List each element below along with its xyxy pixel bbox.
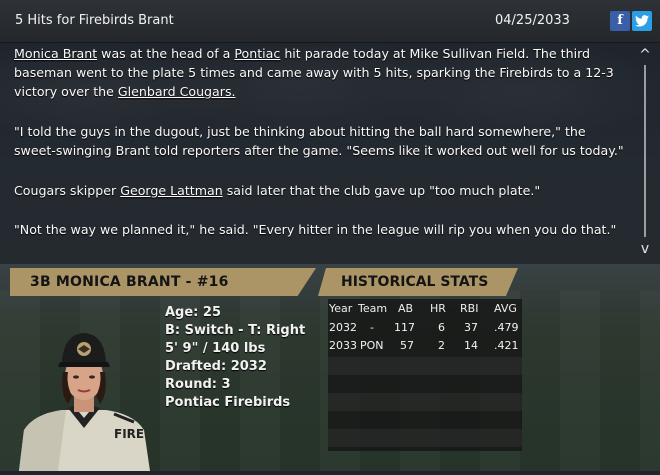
cell-hr: 2	[438, 339, 445, 352]
article-paragraph-4: "Not the way we planned it," he said. "E…	[14, 222, 617, 237]
article-text: was at the head of a	[97, 46, 235, 61]
player-info: Age: 25 B: Switch - T: Right 5' 9" / 140…	[165, 304, 305, 412]
empty-row	[328, 393, 522, 411]
cell-ab: 57	[400, 339, 414, 352]
col-avg[interactable]: AVG	[494, 302, 517, 315]
col-hr[interactable]: HR	[430, 302, 446, 315]
article-paragraph-2: "I told the guys in the dugout, just be …	[14, 124, 624, 158]
twitter-share-button[interactable]	[632, 11, 652, 31]
scroll-up-button[interactable]: ^	[638, 47, 652, 63]
article-paragraph-3: Cougars skipper George Lattman said late…	[14, 181, 624, 200]
cell-rbi: 37	[464, 321, 478, 334]
player-bats-throws: B: Switch - T: Right	[165, 323, 306, 338]
cell-avg: .421	[494, 339, 519, 352]
cell-year: 2033	[329, 339, 357, 352]
table-row: 2032 - 117 6 37 .479	[328, 318, 522, 336]
cell-hr: 6	[438, 321, 445, 334]
cell-team: -	[370, 321, 374, 334]
article-text: Cougars skipper	[14, 183, 121, 198]
empty-row	[328, 411, 522, 429]
col-year[interactable]: Year	[329, 302, 352, 315]
empty-row	[328, 375, 522, 393]
historical-stats-title: HISTORICAL STATS	[341, 274, 489, 290]
team-link[interactable]: Pontiac	[234, 46, 280, 61]
historical-stats-table: Year Team AB HR RBI AVG 2032 - 117 6 37 …	[328, 299, 522, 451]
table-header-row: Year Team AB HR RBI AVG	[328, 299, 522, 317]
col-ab[interactable]: AB	[398, 302, 413, 315]
facebook-share-button[interactable]: f	[610, 11, 630, 31]
article-date: 04/25/2033	[495, 13, 570, 28]
player-team: Pontiac Firebirds	[165, 395, 291, 410]
col-team[interactable]: Team	[358, 302, 387, 315]
cell-rbi: 14	[464, 339, 478, 352]
jersey-letter: FIRE	[114, 427, 144, 441]
twitter-icon	[635, 15, 649, 27]
player-portrait: FIRE	[14, 318, 154, 471]
manager-link[interactable]: George Lattman	[120, 183, 223, 198]
scrollbar-track[interactable]	[644, 65, 646, 237]
article-body: Monica Brant was at the head of a Pontia…	[0, 42, 660, 264]
headline: 5 Hits for Firebirds Brant	[15, 13, 174, 28]
player-drafted: Drafted: 2032	[165, 359, 267, 374]
player-name-number[interactable]: 3B MONICA BRANT - #16	[30, 274, 229, 290]
cell-team: PON	[360, 339, 384, 352]
col-rbi[interactable]: RBI	[460, 302, 478, 315]
player-age: Age: 25	[165, 305, 221, 320]
cell-ab: 117	[394, 321, 415, 334]
empty-row	[328, 429, 522, 447]
article-paragraph-1: Monica Brant was at the head of a Pontia…	[14, 44, 624, 101]
player-link[interactable]: Monica Brant	[14, 46, 97, 61]
player-round: Round: 3	[165, 377, 231, 392]
cell-year: 2032	[329, 321, 357, 334]
opponent-link[interactable]: Glenbard Cougars.	[118, 84, 236, 99]
cell-avg: .479	[494, 321, 519, 334]
empty-row	[328, 357, 522, 375]
player-height-weight: 5' 9" / 140 lbs	[165, 341, 266, 356]
article-text: said later that the club gave up "too mu…	[222, 183, 541, 198]
scroll-down-button[interactable]: v	[638, 241, 652, 257]
table-row: 2033 PON 57 2 14 .421	[328, 336, 522, 354]
news-header: 5 Hits for Firebirds Brant 04/25/2033 f	[0, 0, 660, 43]
